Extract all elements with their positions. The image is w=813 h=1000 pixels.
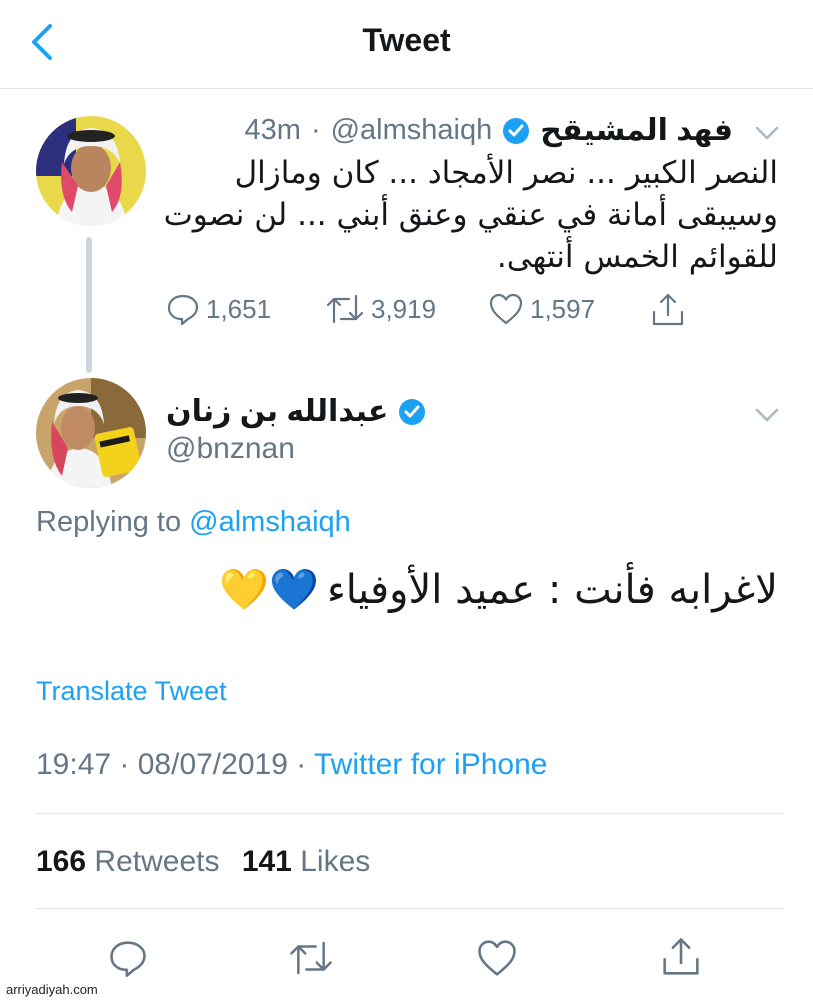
parent-display-name[interactable]: فهد المشيقح (540, 113, 733, 148)
like-total: 141 (241, 845, 292, 878)
like-button[interactable]: 1,597 (488, 292, 595, 326)
thread-connector (86, 237, 92, 373)
retweet-total: 166 (36, 845, 87, 878)
share-icon[interactable] (650, 292, 686, 328)
back-chevron-icon[interactable] (26, 20, 60, 64)
chevron-down-icon[interactable] (752, 404, 782, 426)
parent-tweet-header: 43m · @almshaiqh فهد المشيقح (245, 113, 733, 148)
reply-icon[interactable] (108, 938, 148, 978)
retweets-label: Retweets (94, 845, 220, 878)
translate-tweet-link[interactable]: Translate Tweet (36, 676, 227, 707)
like-count: 1,597 (530, 293, 596, 324)
top-bar: Tweet (0, 0, 813, 89)
parent-tweet-text: النصر الكبير ... نصر الأمجاد ... كان وما… (158, 152, 778, 278)
reply-count: 1,651 (206, 293, 272, 324)
like-icon[interactable] (476, 938, 518, 978)
chevron-down-icon[interactable] (752, 122, 782, 144)
replying-to: Replying to @almshaiqh (36, 506, 351, 539)
parent-text-line: للقوائم الخمس أنتهى. (496, 239, 778, 275)
like-icon (489, 293, 523, 325)
verified-badge-icon (399, 398, 426, 425)
retweet-button[interactable]: 3,919 (325, 292, 436, 326)
divider (35, 813, 785, 814)
parent-handle[interactable]: @almshaiqh (331, 114, 493, 147)
likes-stat[interactable]: 141 Likes (242, 845, 370, 878)
likes-label: Likes (300, 845, 371, 878)
share-icon[interactable] (660, 936, 702, 978)
main-tweet-text: لاغرابه فأنت : عميد الأوفياء 💛💙 (219, 566, 778, 613)
retweet-icon[interactable] (288, 938, 334, 978)
replying-label: Replying to (36, 506, 182, 538)
engagement-stats: 166 Retweets 141 Likes (36, 845, 370, 879)
tweet-meta: 19:47 · 08/07/2019 · Twitter for iPhone (36, 748, 547, 782)
separator-dot: · (310, 114, 321, 146)
reply-button[interactable]: 1,651 (166, 292, 271, 326)
replying-handle-link[interactable]: @almshaiqh (189, 506, 351, 538)
avatar-parent[interactable] (36, 116, 146, 226)
verified-badge-icon (503, 117, 530, 144)
page-title: Tweet (362, 22, 451, 58)
avatar-main[interactable] (36, 378, 146, 488)
main-display-name[interactable]: عبدالله بن زنان (166, 394, 388, 429)
parent-text-line: النصر الكبير ... نصر الأمجاد ... كان وما… (234, 155, 778, 191)
main-handle[interactable]: @bnznan (166, 432, 295, 466)
divider (35, 908, 785, 909)
retweet-icon (326, 294, 364, 324)
parent-text-line: وسيبقى أمانة في عنقي وعنق أبني ... لن نص… (163, 197, 778, 233)
main-tweet-header: عبدالله بن زنان (166, 394, 426, 429)
watermark: arriyadiyah.com (6, 982, 98, 997)
retweet-count: 3,919 (371, 293, 437, 324)
parent-time: 43m (244, 114, 301, 146)
timestamp: 19:47 · 08/07/2019 · (36, 748, 307, 781)
main-text: لاغرابه فأنت : عميد الأوفياء (326, 566, 778, 613)
source-link[interactable]: Twitter for iPhone (314, 748, 547, 781)
retweets-stat[interactable]: 166 Retweets (36, 845, 228, 878)
reply-icon (167, 294, 199, 326)
heart-emojis: 💛💙 (219, 568, 319, 612)
